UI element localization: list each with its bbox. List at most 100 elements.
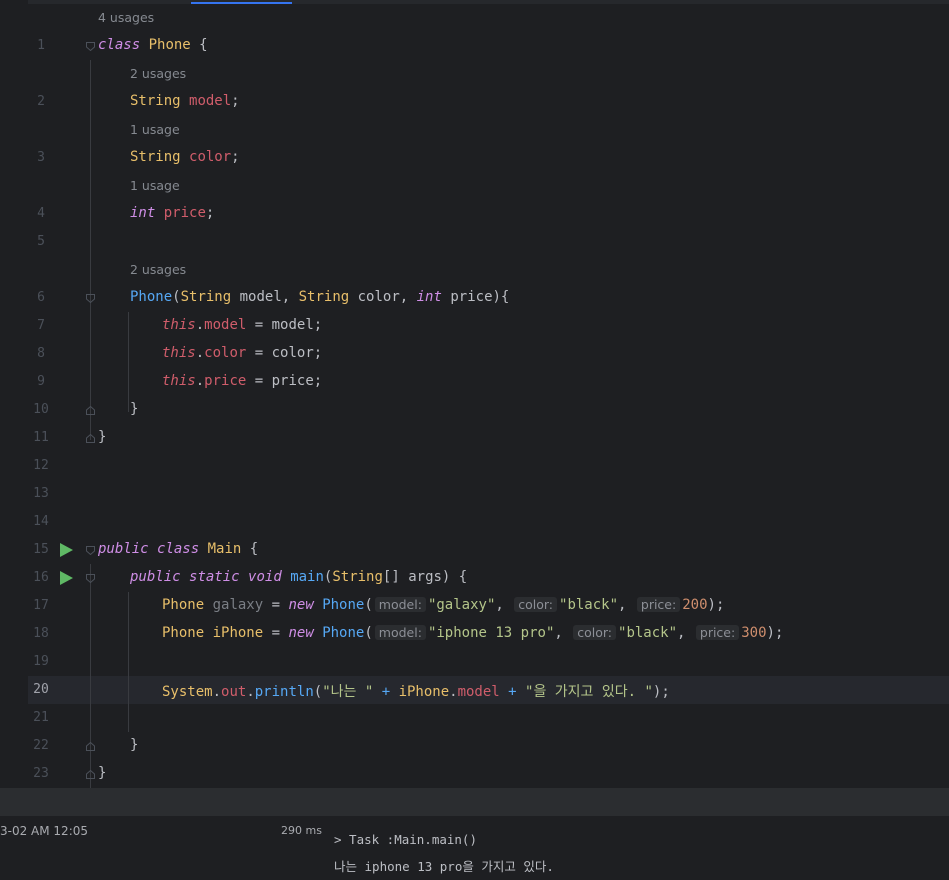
code-line[interactable]: class Phone { [98, 37, 208, 53]
field: model [189, 93, 232, 109]
code-line[interactable]: } [130, 401, 138, 417]
string-literal: "나는 " [322, 684, 374, 700]
code-line[interactable]: System.out.println("나는 " + iPhone.model … [162, 681, 670, 701]
line-number: 21 [33, 710, 49, 725]
code-editor[interactable]: 4 usages 2 usages 1 usage 1 usage 2 usag… [0, 0, 949, 788]
params: (String model, String color, int price){ [172, 289, 510, 305]
line-number: 12 [33, 458, 49, 473]
keyword: class [157, 541, 200, 557]
indent-guide [90, 60, 91, 440]
keyword: new [288, 597, 314, 613]
punct: ; [231, 93, 240, 109]
string-literal: "을 가지고 있다. " [525, 684, 653, 700]
keyword: this [162, 317, 196, 333]
keyword: this [162, 345, 196, 361]
run-task-line: > Task :Main.main() [334, 832, 477, 847]
method-call: println [254, 684, 314, 700]
constructor-call: Phone [322, 597, 365, 613]
code-line[interactable]: this.color = color; [162, 345, 322, 361]
fold-close-icon[interactable] [86, 770, 95, 779]
indent-guide [90, 564, 91, 788]
param-hint: price: [636, 597, 681, 612]
line-number: 15 [33, 542, 49, 557]
code-line[interactable]: Phone iPhone = new Phone(model: "iphone 1… [162, 625, 783, 641]
field: model [457, 684, 500, 700]
usages-hint[interactable]: 1 usage [130, 122, 180, 137]
code-line[interactable]: int price; [130, 205, 214, 221]
keyword: int [130, 205, 156, 221]
code-line[interactable]: this.price = price; [162, 373, 322, 389]
run-output-line: 나는 iphone 13 pro을 가지고 있다. [334, 859, 554, 874]
punct: { [241, 541, 259, 557]
fold-open-icon[interactable] [86, 574, 95, 583]
constructor-name: Phone [130, 289, 173, 305]
usages-hint[interactable]: 2 usages [130, 262, 186, 277]
code-line[interactable]: this.model = model; [162, 317, 322, 333]
punct: } [98, 429, 107, 445]
code-line[interactable]: Phone(String model, String color, int pr… [130, 289, 509, 305]
string-literal: "galaxy" [427, 597, 496, 613]
fold-close-icon[interactable] [86, 406, 95, 415]
run-tool-window-header [0, 788, 949, 816]
editor-tab-strip [28, 0, 949, 4]
fold-open-icon[interactable] [86, 42, 95, 51]
line-number-current: 20 [33, 682, 49, 697]
line-number: 14 [33, 514, 49, 529]
method-name: main [290, 569, 324, 585]
line-number: 10 [33, 402, 49, 417]
params: (String[] args) { [323, 569, 468, 585]
line-number: 23 [33, 766, 49, 781]
variable: iPhone [212, 625, 264, 641]
usages-hint[interactable]: 1 usage [130, 178, 180, 193]
code-line[interactable]: } [130, 737, 138, 753]
code-line[interactable]: String model; [130, 93, 240, 109]
keyword: class [98, 37, 141, 53]
fold-open-icon[interactable] [86, 294, 95, 303]
code-line[interactable]: public static void main(String[] args) { [130, 569, 467, 585]
string-literal: "black" [618, 625, 678, 641]
constructor-call: Phone [322, 625, 365, 641]
field: price [204, 373, 247, 389]
run-timestamp: 3-02 AM 12:05 [0, 824, 89, 838]
field: out [221, 684, 247, 700]
line-number: 7 [37, 318, 45, 333]
fold-close-icon[interactable] [86, 742, 95, 751]
string-literal: "black" [559, 597, 619, 613]
line-number: 18 [33, 626, 49, 641]
run-main-class-icon[interactable] [60, 543, 73, 557]
line-number: 11 [33, 430, 49, 445]
param-hint: model: [374, 625, 426, 640]
type: Phone [162, 597, 205, 613]
param-hint: color: [573, 625, 617, 640]
param-hint: price: [695, 625, 740, 640]
line-number: 22 [33, 738, 49, 753]
fold-open-icon[interactable] [86, 546, 95, 555]
punct: } [130, 401, 139, 417]
line-number: 17 [33, 598, 49, 613]
number-literal: 300 [741, 625, 767, 641]
punct: ; [231, 149, 240, 165]
string-literal: "iphone 13 pro" [427, 625, 555, 641]
line-number: 19 [33, 654, 49, 669]
punct: } [98, 765, 107, 781]
keyword: void [248, 569, 282, 585]
line-number: 16 [33, 570, 49, 585]
code-line[interactable]: } [98, 429, 106, 445]
fold-close-icon[interactable] [86, 434, 95, 443]
line-number: 2 [37, 94, 45, 109]
usages-hint[interactable]: 2 usages [130, 66, 186, 81]
line-number: 6 [37, 290, 45, 305]
keyword: public [130, 569, 181, 585]
code-line[interactable]: } [98, 765, 106, 781]
run-main-method-icon[interactable] [60, 571, 73, 585]
field: model [204, 317, 247, 333]
code-line[interactable]: Phone galaxy = new Phone(model: "galaxy",… [162, 597, 724, 613]
variable: galaxy [212, 597, 264, 613]
code-line[interactable]: String color; [130, 149, 240, 165]
active-tab-indicator[interactable] [191, 2, 292, 4]
code-line[interactable]: public class Main { [98, 541, 258, 557]
line-number: 8 [37, 346, 45, 361]
usages-hint[interactable]: 4 usages [98, 10, 154, 25]
number-literal: 200 [682, 597, 708, 613]
field: price [163, 205, 206, 221]
